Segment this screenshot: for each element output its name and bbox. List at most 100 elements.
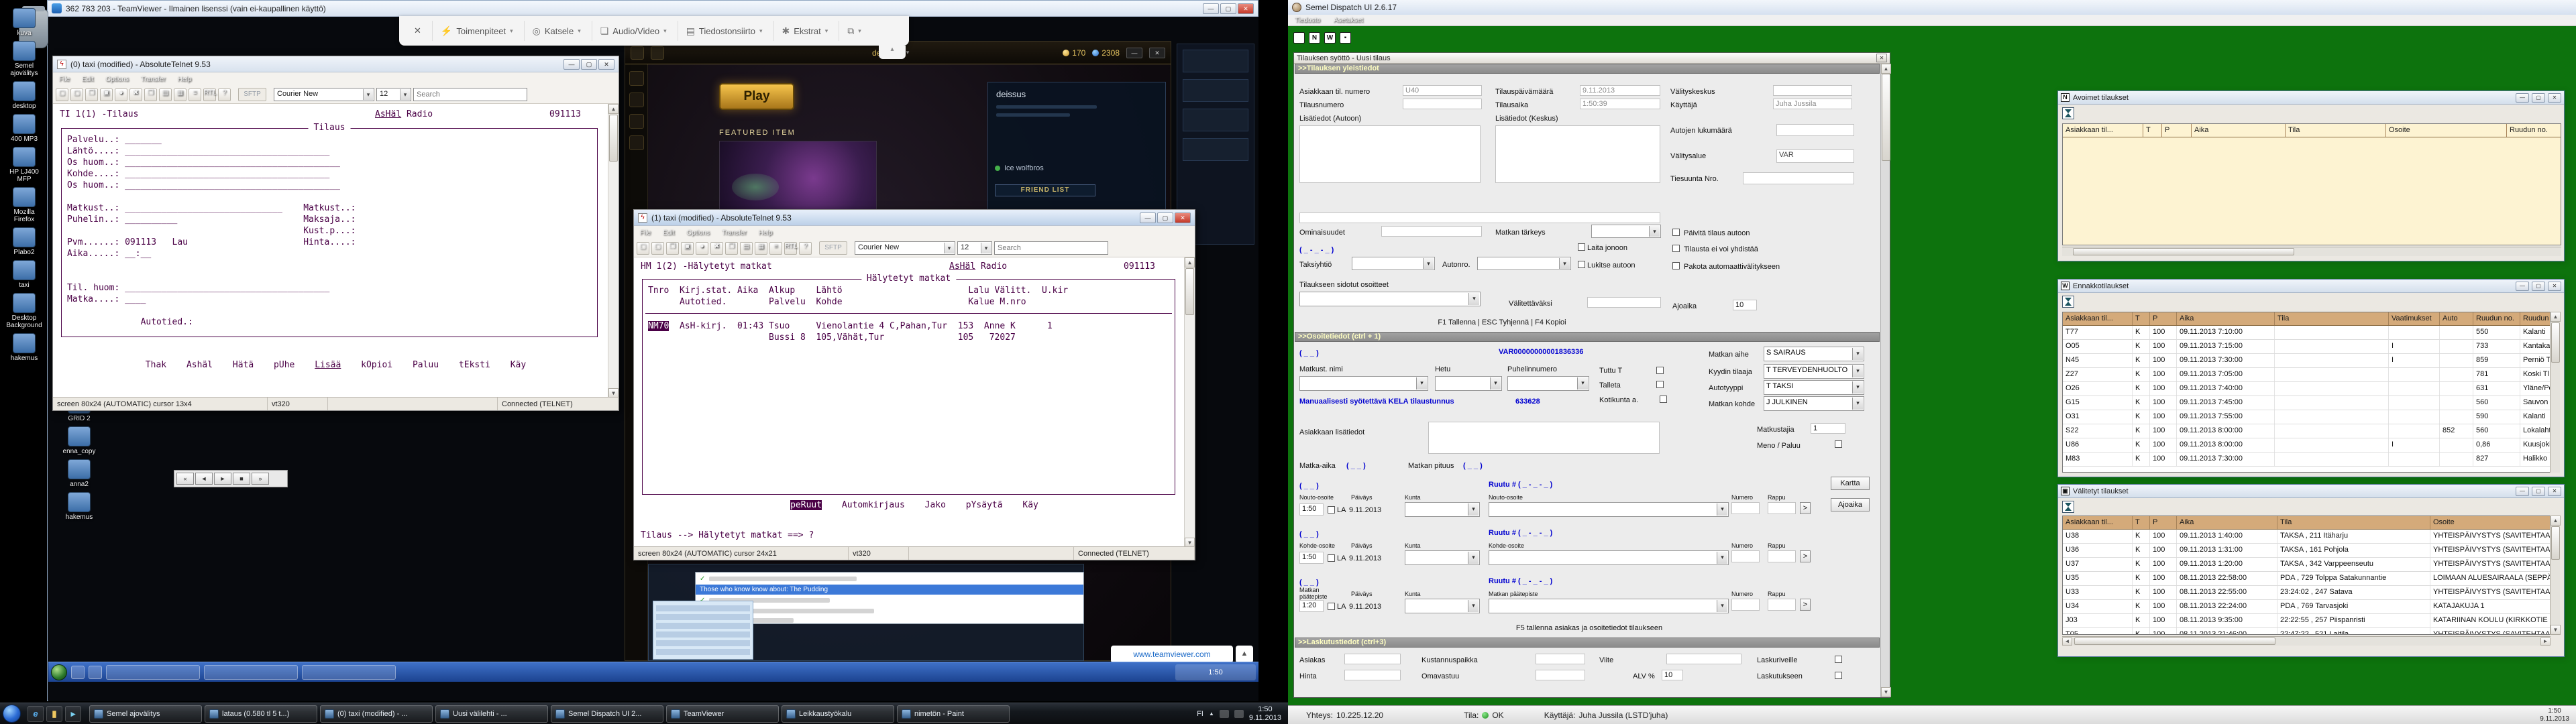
form-titlebar[interactable]: Tilauksen syöttö - Uusi tilaus ✕ <box>1294 53 1890 64</box>
close-button[interactable]: ✕ <box>2548 282 2561 291</box>
scroll-thumb[interactable] <box>2551 322 2560 363</box>
toolbar-item-monitor[interactable]: ⧉▾ <box>839 21 869 41</box>
task-button[interactable]: Semel Dispatch UI 2... <box>551 705 663 723</box>
game-close-button[interactable]: ✕ <box>1149 48 1165 58</box>
scroll-up-icon[interactable]: ▲ <box>2551 312 2561 322</box>
notes-to-center-textarea[interactable] <box>1495 125 1660 183</box>
phone-number-select[interactable] <box>1507 376 1589 391</box>
column-header[interactable]: Tila <box>2286 124 2386 137</box>
maximize-button[interactable]: ▢ <box>2532 93 2545 103</box>
desktop-icon[interactable]: desktop <box>3 81 46 110</box>
to-dispatch-field[interactable] <box>1587 297 1661 308</box>
destination-stair-field[interactable] <box>1768 550 1796 562</box>
task-button[interactable]: TeamViewer <box>666 705 779 723</box>
maximize-button[interactable]: ▢ <box>581 59 597 70</box>
customer-notes-textarea[interactable] <box>1428 422 1660 454</box>
desktop-icon[interactable]: taxi <box>3 260 46 289</box>
list-item[interactable] <box>696 615 1083 625</box>
column-header[interactable]: Ruudun no. <box>2473 312 2520 325</box>
desktop-icon[interactable]: Semel ajovälitys <box>3 41 46 77</box>
toolbar-icon[interactable]: ❒ <box>85 88 98 101</box>
toolbar-icon[interactable]: ≡ <box>189 88 201 101</box>
trip-row[interactable]: NM70 AsH-kirj. 01:43 Tsuo Vienolantie 4 … <box>643 320 1175 332</box>
reference-field[interactable] <box>1666 654 1741 664</box>
column-header[interactable]: Asiakkaan til... <box>2063 516 2133 529</box>
toolbar-icon[interactable]: ▢ <box>651 242 664 255</box>
column-header[interactable]: Ruudun n... <box>2520 312 2551 325</box>
destination-address-select[interactable] <box>1489 550 1729 565</box>
vertical-scrollbar[interactable]: ▲ ▼ <box>2550 516 2560 635</box>
new-order-icon[interactable] <box>1293 32 1305 44</box>
menu-item[interactable]: File <box>53 76 76 83</box>
car-number-select[interactable] <box>1477 257 1571 270</box>
scroll-right-icon[interactable]: ► <box>2540 638 2551 646</box>
toolbar-icon[interactable]: ✖ <box>710 242 723 255</box>
remote-task-button[interactable] <box>204 665 298 680</box>
toolbar-icon[interactable]: ● <box>115 88 127 101</box>
table-row[interactable]: T77K10009.11.2013 7:10:00550Kalanti <box>2063 326 2550 340</box>
toolbar-icon[interactable]: ≡ <box>769 242 782 255</box>
column-header[interactable]: Tila <box>2275 312 2389 325</box>
desktop-icon[interactable]: HP LJ400 MFP <box>3 147 46 183</box>
destination-checkbox[interactable] <box>1328 554 1335 562</box>
task-button[interactable]: lataus (0.580 tl 5 t...) <box>205 705 317 723</box>
bound-addresses-select[interactable] <box>1299 292 1481 306</box>
expand-button[interactable]: > <box>1800 550 1811 562</box>
panel-titlebar[interactable]: N Avoimet tilaukset —▢✕ <box>2058 91 2564 105</box>
known-customer-checkbox[interactable] <box>1656 367 1664 374</box>
telnet-titlebar[interactable]: ϟ (0) taxi (modified) - AbsoluteTelnet 9… <box>53 56 619 72</box>
menu-item[interactable]: Help <box>172 76 198 83</box>
round-trip-checkbox[interactable] <box>1835 440 1842 448</box>
destination-municipality-select[interactable] <box>1405 550 1480 565</box>
taxi-company-select[interactable] <box>1352 257 1435 270</box>
tray-expand-icon[interactable]: ▲ <box>1209 711 1214 717</box>
section-header-address[interactable]: >>Osoitetiedot (ctrl + 1) <box>1295 332 1880 342</box>
scroll-thumb[interactable] <box>2551 526 2560 560</box>
toolbar-icon[interactable]: ▤ <box>740 242 753 255</box>
map-button[interactable]: Kartta <box>1831 477 1870 490</box>
pickup-number-field[interactable] <box>1731 502 1760 514</box>
endpoint-stair-field[interactable] <box>1768 599 1796 611</box>
toolbar-icon[interactable]: ● <box>696 242 708 255</box>
panel-titlebar[interactable]: W Ennakkotilaukset —▢✕ <box>2058 280 2564 293</box>
menu-item[interactable]: Asetukset <box>1327 17 1370 24</box>
road-direction-field[interactable] <box>1743 172 1854 184</box>
toolbar-item-actions[interactable]: ⚡Toimenpiteet▾ <box>432 21 521 41</box>
close-button[interactable]: ✕ <box>598 59 614 70</box>
next-button[interactable]: » <box>252 473 269 485</box>
deductible-field[interactable] <box>1536 670 1585 680</box>
section-header-general[interactable]: >>Tilauksen yleistiedot <box>1295 64 1880 74</box>
task-button[interactable]: Uusi välilehti - ... <box>435 705 548 723</box>
watermark-chevron-icon[interactable]: ▲ <box>1236 646 1253 663</box>
update-order-checkbox[interactable] <box>1672 229 1680 236</box>
pickup-stair-field[interactable] <box>1768 502 1796 514</box>
queue-checkbox[interactable] <box>1578 243 1585 251</box>
open-orders-icon[interactable]: N <box>1309 32 1320 44</box>
table-row[interactable]: U37K10009.11.2013 1:20:00TAKSA , 342 Var… <box>2063 558 2550 572</box>
minimize-button[interactable]: — <box>1140 213 1156 223</box>
pickup-checkbox[interactable] <box>1328 506 1335 514</box>
toolbar-item-extras[interactable]: ✱Ekstrat▾ <box>773 21 837 41</box>
table-row[interactable]: O05K10009.11.2013 7:15:00I733Kantakaupu <box>2063 340 2550 354</box>
menu-item[interactable]: Tiedosto <box>1288 17 1327 24</box>
task-button[interactable]: nimetön - Paint <box>897 705 1010 723</box>
list-item-selected[interactable]: Those who know know about: The Pudding <box>696 585 1083 595</box>
toolbar-icon[interactable]: ❐ <box>725 242 738 255</box>
list-item[interactable]: ✓ <box>696 595 1083 605</box>
trip-priority-select[interactable] <box>1591 225 1661 238</box>
internet-explorer-icon[interactable]: e <box>28 706 44 722</box>
desktop-icon[interactable]: anna2 <box>58 459 101 488</box>
table-row[interactable]: U33K10008.11.2013 22:55:0023:24:02 , 247… <box>2063 586 2550 600</box>
toolbar-icon[interactable]: ▢ <box>56 88 68 101</box>
horizontal-scrollbar[interactable]: ◄ ► <box>2062 636 2551 646</box>
dispatched-orders-icon[interactable]: ▪ <box>1340 32 1351 44</box>
friend-item[interactable]: Ice wolfbros <box>995 164 1044 172</box>
table-row[interactable]: T05K10008.11.2013 21:46:0022:47:22 , 521… <box>2063 628 2550 635</box>
car-type-select[interactable]: T TAKSI <box>1764 380 1864 395</box>
game-nav-icon[interactable] <box>629 71 644 86</box>
passenger-count-field[interactable]: 1 <box>1811 423 1845 434</box>
toolbar-icon[interactable]: ▣ <box>100 88 113 101</box>
passenger-name-select[interactable] <box>1299 376 1428 391</box>
menu-item[interactable]: Transfer <box>135 76 172 83</box>
scroll-thumb[interactable] <box>2073 248 2294 255</box>
